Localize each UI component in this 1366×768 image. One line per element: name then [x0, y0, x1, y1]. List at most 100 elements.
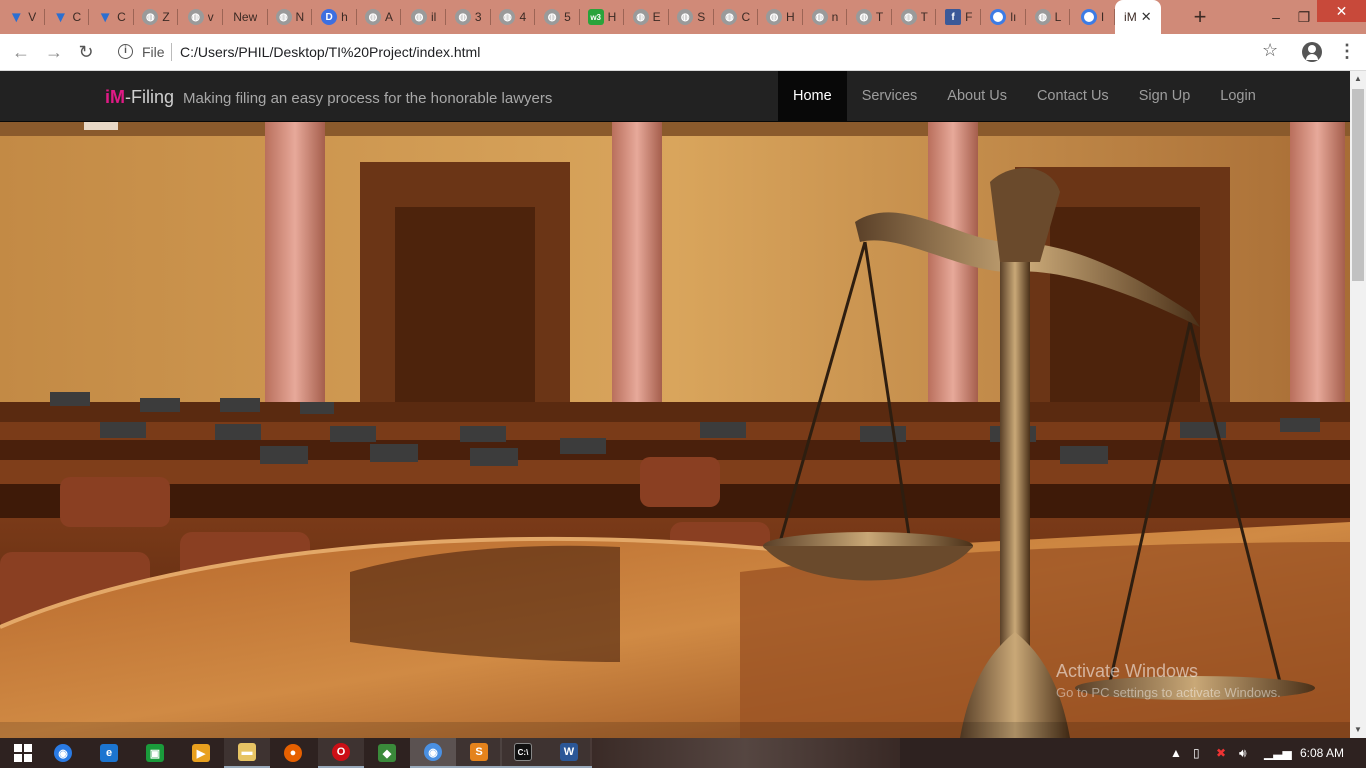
nav-home[interactable]: Home: [778, 71, 847, 121]
browser-tab[interactable]: w3 H: [580, 0, 625, 34]
bookmark-star-icon[interactable]: ☆: [1262, 40, 1278, 61]
nav-sign-up[interactable]: Sign Up: [1124, 71, 1206, 121]
ring-icon: [1080, 9, 1097, 25]
site-info-icon[interactable]: i: [118, 44, 133, 59]
w3-icon: w3: [587, 9, 604, 25]
taskbar-word[interactable]: W: [546, 738, 592, 768]
browser-tab[interactable]: ◍ L: [1026, 0, 1071, 34]
browser-tab[interactable]: iM ✕: [1114, 0, 1161, 34]
windows-logo-icon: [14, 744, 32, 762]
tab-title: C: [72, 10, 82, 24]
scroll-down-arrow-icon[interactable]: ▼: [1350, 722, 1366, 738]
browser-tab[interactable]: I: [1070, 0, 1115, 34]
browser-tab[interactable]: ◍ 5: [535, 0, 580, 34]
nav-contact-us[interactable]: Contact Us: [1022, 71, 1124, 121]
browser-tab[interactable]: ◍ il: [401, 0, 446, 34]
taskbar-thumbnail-peek: [590, 738, 900, 768]
d-icon: D: [321, 9, 338, 25]
globe-icon: ◍: [766, 9, 783, 25]
media-player-icon: ▶: [192, 744, 210, 762]
browser-tab[interactable]: ◍ C: [714, 0, 759, 34]
git-icon: ◆: [378, 744, 396, 762]
taskbar-store[interactable]: ▣: [132, 738, 178, 768]
nav-about-us[interactable]: About Us: [932, 71, 1022, 121]
browser-tab[interactable]: ◍ Z: [134, 0, 179, 34]
account-icon[interactable]: [1302, 42, 1322, 62]
browser-tab[interactable]: ◍ H: [758, 0, 803, 34]
tab-title: New: [233, 10, 258, 24]
ring-icon: [990, 9, 1007, 25]
tab-title: n: [831, 10, 839, 24]
tab-close-icon[interactable]: ✕: [1141, 9, 1152, 25]
browser-tab[interactable]: ◍ T: [847, 0, 892, 34]
taskbar-firefox[interactable]: ●: [270, 738, 316, 768]
browser-tab[interactable]: ◍ E: [624, 0, 669, 34]
tab-title: il: [430, 10, 437, 24]
browser-tab[interactable]: New: [223, 0, 268, 34]
taskbar-ie[interactable]: e: [86, 738, 132, 768]
volume-icon[interactable]: 🔊︎: [1239, 746, 1247, 761]
globe-icon: ◍: [275, 9, 292, 25]
browser-tab[interactable]: ◍ 4: [491, 0, 536, 34]
browser-tab[interactable]: ◍ N: [268, 0, 313, 34]
taskbar-git[interactable]: ◆: [364, 738, 410, 768]
forward-button[interactable]: →: [43, 41, 65, 63]
network-error-icon[interactable]: ✖: [1216, 746, 1226, 760]
nav-login[interactable]: Login: [1205, 71, 1270, 121]
opera-icon: O: [332, 743, 350, 761]
tab-list: ▼ V ▼ C ▼ C ◍ Z ◍ v New ◍ N Dh ◍ A ◍ il ◍ 3 ◍ 4 ◍ 5 w3 H ◍ E ◍ S ◍ C ◍ H ◍…: [0, 0, 1161, 34]
new-tab-button[interactable]: +: [1189, 6, 1211, 28]
browser-tab[interactable]: ◍ n: [803, 0, 848, 34]
browser-tab[interactable]: ◍ S: [669, 0, 714, 34]
tab-title: h: [341, 10, 348, 24]
show-hidden-icons-icon[interactable]: ▲: [1170, 746, 1182, 760]
taskbar-chrome-pinned[interactable]: ◉: [40, 738, 86, 768]
browser-tab[interactable]: ◍ v: [178, 0, 223, 34]
browser-tab[interactable]: Dh: [312, 0, 357, 34]
browser-tab[interactable]: lı: [981, 0, 1026, 34]
nav-services[interactable]: Services: [847, 71, 933, 121]
globe-icon: ◍: [544, 9, 561, 25]
chrome-icon: ◉: [424, 743, 442, 761]
site-brand[interactable]: iM-Filing Making filing an easy process …: [105, 87, 552, 108]
brand-tagline: Making filing an easy process for the ho…: [183, 90, 553, 107]
menu-icon[interactable]: ⋮: [1338, 42, 1356, 62]
taskbar-cmd[interactable]: C:\: [500, 738, 546, 768]
taskbar-opera[interactable]: O: [318, 738, 364, 768]
globe-icon: ◍: [632, 9, 649, 25]
taskbar-explorer[interactable]: ▬: [224, 738, 270, 768]
tab-title: 3: [474, 10, 482, 24]
browser-tab[interactable]: ◍ T: [892, 0, 937, 34]
courtroom-illustration: [0, 122, 1350, 738]
scroll-thumb[interactable]: [1352, 89, 1364, 281]
signal-icon[interactable]: ▁▃▅: [1264, 746, 1292, 760]
taskbar-clock[interactable]: 6:08 AM: [1300, 746, 1344, 760]
browser-tab[interactable]: ▼ C: [45, 0, 90, 34]
taskbar-chrome-open[interactable]: ◉: [410, 738, 456, 768]
scroll-up-arrow-icon[interactable]: ▲: [1350, 71, 1366, 87]
globe-icon: ◍: [365, 9, 382, 25]
filter-icon: ▼: [97, 8, 113, 26]
browser-tab[interactable]: ▼ V: [0, 0, 45, 34]
globe-icon: ◍: [142, 9, 159, 25]
facebook-icon: f: [945, 9, 962, 25]
phone-sync-icon[interactable]: ▯: [1193, 746, 1200, 760]
address-bar[interactable]: C:/Users/PHIL/Desktop/TI%20Project/index…: [180, 44, 480, 60]
taskbar-sublime[interactable]: S: [456, 738, 502, 768]
tab-title: T: [920, 10, 928, 24]
browser-tab[interactable]: ◍ 3: [446, 0, 491, 34]
browser-tab[interactable]: ▼ C: [89, 0, 134, 34]
tab-title: v: [207, 10, 214, 24]
tab-title: iM: [1124, 10, 1137, 24]
filter-icon: ▼: [8, 8, 24, 26]
page-scrollbar[interactable]: ▲ ▼: [1350, 71, 1366, 738]
browser-tab[interactable]: ◍ A: [357, 0, 402, 34]
reload-button[interactable]: ↻: [75, 41, 97, 63]
hero-courtroom-image: [0, 122, 1350, 738]
taskbar-media[interactable]: ▶: [178, 738, 224, 768]
back-button[interactable]: ←: [10, 41, 32, 63]
globe-icon: ◍: [900, 9, 917, 25]
window-close-button[interactable]: ✕: [1317, 0, 1366, 22]
tab-title: 5: [564, 10, 571, 24]
browser-tab[interactable]: fF: [936, 0, 981, 34]
